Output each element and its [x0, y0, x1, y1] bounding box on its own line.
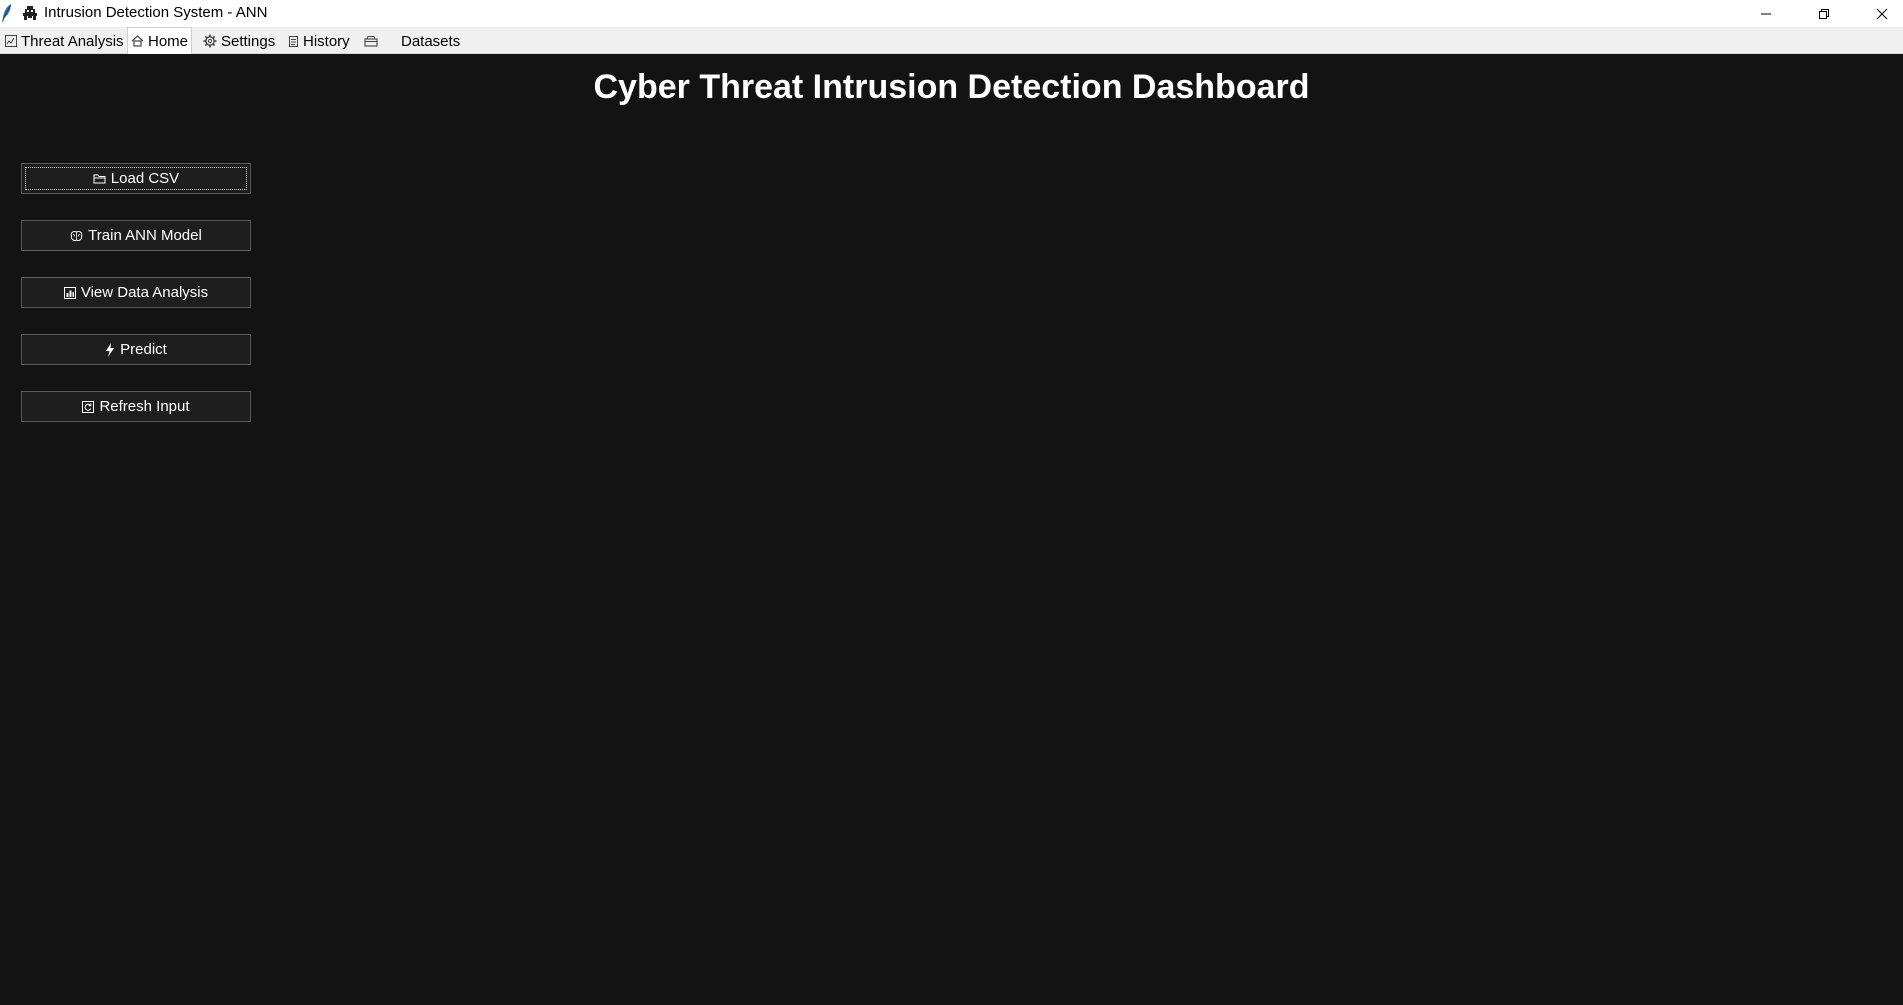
button-label: Predict — [120, 341, 167, 358]
home-panel: Cyber Threat Intrusion Detection Dashboa… — [0, 54, 1903, 1005]
tab-label: Home — [148, 32, 189, 50]
view-data-analysis-button[interactable]: View Data Analysis — [21, 277, 251, 308]
alien-invader-icon — [22, 5, 38, 21]
load-csv-button[interactable]: Load CSV — [21, 163, 251, 194]
tab-label: Threat Analysis — [21, 32, 124, 50]
button-label: Refresh Input — [99, 398, 190, 415]
tab-label: Settings — [221, 32, 276, 50]
minimize-icon — [1760, 8, 1772, 20]
page-title: Cyber Threat Intrusion Detection Dashboa… — [593, 68, 1310, 106]
tab-home[interactable]: Home — [127, 27, 193, 54]
tab-label: Datasets — [401, 32, 461, 50]
window-title-bar[interactable]: Intrusion Detection System - ANN — [0, 0, 1903, 27]
button-label: View Data Analysis — [80, 284, 209, 301]
window-title: Intrusion Detection System - ANN — [44, 4, 268, 21]
tab-history[interactable]: History — [285, 29, 353, 53]
scroll-icon — [288, 35, 299, 48]
button-label: Train ANN Model — [88, 227, 202, 244]
brain-icon — [70, 230, 83, 242]
train-ann-model-button[interactable]: Train ANN Model — [21, 220, 251, 251]
restore-button[interactable] — [1795, 0, 1853, 27]
bar-chart-icon — [63, 286, 76, 299]
tab-threat-analysis[interactable]: Threat Analysis — [2, 29, 127, 53]
predict-button[interactable]: Predict — [21, 334, 251, 365]
refresh-icon — [82, 400, 95, 413]
close-icon — [1876, 8, 1888, 20]
button-label: Load CSV — [110, 170, 180, 187]
refresh-input-button[interactable]: Refresh Input — [21, 391, 251, 422]
tab-card-box[interactable] — [361, 29, 385, 53]
notebook-tab-bar: Threat Analysis Home Settings History Da… — [0, 27, 1903, 54]
gear-icon — [203, 34, 217, 48]
tab-settings[interactable]: Settings — [200, 29, 278, 53]
card-box-icon — [364, 35, 378, 47]
restore-icon — [1818, 8, 1830, 20]
lightning-icon — [105, 342, 115, 357]
chart-icon — [5, 35, 17, 47]
house-icon — [131, 35, 144, 47]
tab-datasets[interactable]: Datasets — [398, 29, 463, 53]
tab-label: History — [303, 32, 350, 50]
folder-icon — [93, 173, 106, 184]
feather-icon — [1, 3, 13, 23]
close-button[interactable] — [1853, 0, 1903, 27]
minimize-button[interactable] — [1737, 0, 1795, 27]
